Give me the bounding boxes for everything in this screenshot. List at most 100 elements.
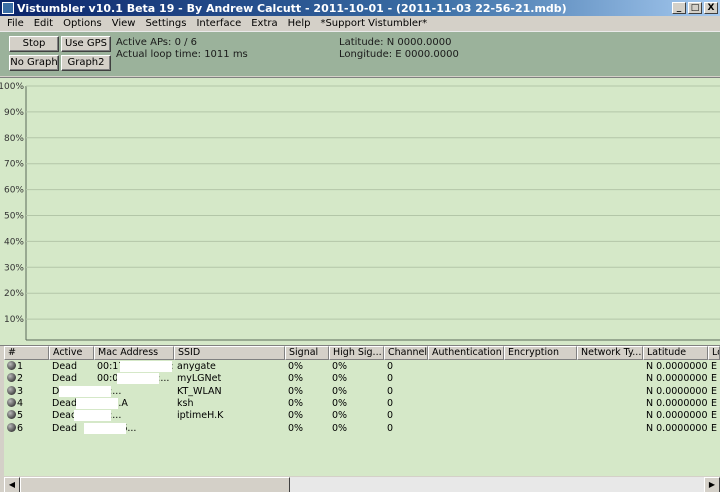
signal-cell: 0% bbox=[288, 373, 304, 385]
use-gps-button[interactable]: Use GPS bbox=[61, 36, 111, 52]
column-header[interactable]: Signal bbox=[285, 346, 329, 360]
row-number: 2 bbox=[17, 373, 24, 385]
signal-graph-canvas: 100% 90% 80% 70% 60% 50% 40% 30% 20% 10% bbox=[0, 82, 720, 341]
scroll-left-icon[interactable]: ◀ bbox=[4, 477, 20, 492]
empty-cell bbox=[577, 423, 643, 435]
ap-dead-icon bbox=[7, 397, 16, 407]
empty-cell bbox=[577, 361, 643, 373]
high-cell: 0% bbox=[332, 373, 348, 385]
lat-cell: N 0.0000000 bbox=[646, 361, 708, 372]
column-header[interactable]: SSID bbox=[174, 346, 285, 360]
ap-row[interactable]: 6Dead00:...6...0%0%0N 0.0000000E bbox=[4, 422, 720, 435]
row-number-cell: 4 bbox=[4, 397, 49, 410]
row-number: 6 bbox=[17, 422, 24, 434]
ap-dead-icon bbox=[7, 410, 16, 420]
channel-cell: 0 bbox=[387, 397, 394, 409]
menu-help[interactable]: Help bbox=[283, 18, 316, 29]
column-header[interactable]: Active bbox=[49, 346, 94, 360]
ap-list-header: # Active Mac Address SSID Signal High Sig... C… bbox=[4, 346, 720, 360]
row-number-cell: 5 bbox=[4, 410, 49, 422]
title-bar: Vistumbler v10.1 Beta 19 - By Andrew Cal… bbox=[0, 0, 720, 16]
graph2-button[interactable]: Graph2 bbox=[61, 55, 111, 71]
redaction-mask bbox=[84, 422, 127, 434]
channel-cell: 0 bbox=[387, 385, 394, 397]
column-header[interactable]: Channel bbox=[384, 346, 428, 360]
ap-list[interactable]: # Active Mac Address SSID Signal High Sig... C… bbox=[4, 346, 720, 476]
empty-cell bbox=[577, 410, 643, 422]
menu-file[interactable]: File bbox=[2, 18, 29, 29]
redaction-mask bbox=[59, 385, 112, 397]
redaction-mask bbox=[75, 397, 118, 409]
row-number: 3 bbox=[17, 385, 24, 397]
lon-cell: E bbox=[711, 373, 718, 385]
mac-cell: 00:...6... bbox=[84, 422, 174, 435]
row-number: 5 bbox=[17, 410, 24, 422]
ssid-cell: ksh bbox=[177, 397, 194, 409]
menu-support-vistumbler[interactable]: *Support Vistumbler* bbox=[315, 18, 432, 29]
column-header[interactable]: Encryption bbox=[504, 346, 577, 360]
empty-cell bbox=[577, 386, 643, 398]
close-button[interactable]: X bbox=[704, 2, 718, 14]
no-graph-button[interactable]: No Graph bbox=[9, 55, 59, 71]
stop-button[interactable]: Stop bbox=[9, 36, 59, 52]
maximize-button[interactable]: □ bbox=[688, 2, 702, 14]
ap-row[interactable]: 3Dead00:...KT_WLAN0%0%0N 0.0000000E bbox=[4, 385, 720, 398]
ssid-cell bbox=[174, 423, 285, 435]
empty-cell bbox=[428, 373, 504, 385]
high-cell: 0% bbox=[332, 385, 348, 397]
empty-cell bbox=[428, 386, 504, 398]
ap-row[interactable]: 1 Dead 00:17:1E:00:FC:...anygate 0% 0% 0 N 0.0… bbox=[4, 361, 720, 373]
high-cell: 0% bbox=[332, 422, 348, 434]
scroll-right-icon[interactable]: ▶ bbox=[704, 477, 720, 492]
ap-row[interactable]: 4Dead00:...Aksh0%0%0N 0.0000000E bbox=[4, 397, 720, 410]
column-header[interactable]: Mac Address bbox=[94, 346, 174, 360]
column-header[interactable]: High Sig... bbox=[329, 346, 384, 360]
column-header[interactable]: # bbox=[4, 346, 49, 360]
empty-cell bbox=[504, 361, 577, 373]
menu-bar: File Edit Options View Settings Interfac… bbox=[0, 16, 720, 31]
scroll-thumb[interactable] bbox=[20, 477, 290, 492]
window-controls: _ □ X bbox=[672, 2, 718, 14]
menu-extra[interactable]: Extra bbox=[246, 18, 282, 29]
graph-y-label: 90% bbox=[4, 108, 24, 118]
longitude-text: Longitude: E 0000.0000 bbox=[339, 49, 459, 60]
vistumbler-app-icon bbox=[2, 2, 14, 14]
high-cell: 0% bbox=[332, 361, 348, 372]
empty-cell bbox=[577, 398, 643, 410]
ap-dead-icon bbox=[7, 373, 16, 383]
mac-cell: 00:... bbox=[74, 410, 174, 422]
graph-y-label: 60% bbox=[4, 186, 24, 196]
empty-cell bbox=[428, 361, 504, 373]
latitude-text: Latitude: N 0000.0000 bbox=[339, 37, 452, 48]
ap-row[interactable]: 2 Dead 00:02:A8:DB:...myLGNet 0% 0% 0 N 0.0000… bbox=[4, 373, 720, 385]
ap-dead-icon bbox=[7, 385, 16, 395]
ap-row[interactable]: 5Dead00:...iptimeH.K0%0%0N 0.0000000E bbox=[4, 410, 720, 422]
active-aps-text: Active APs: 0 / 6 bbox=[116, 37, 198, 48]
column-header[interactable]: Latitude bbox=[643, 346, 708, 360]
row-number-cell: 6 bbox=[4, 422, 49, 435]
lon-cell: E bbox=[711, 410, 718, 422]
lon-cell: E bbox=[711, 397, 718, 409]
empty-cell bbox=[504, 410, 577, 422]
lat-cell: N 0.0000000 bbox=[646, 385, 708, 397]
horizontal-scrollbar[interactable]: ◀ ▶ bbox=[4, 476, 720, 492]
minimize-button[interactable]: _ bbox=[672, 2, 686, 14]
graph-y-label: 40% bbox=[4, 237, 24, 247]
high-cell: 0% bbox=[332, 397, 348, 409]
graph-y-label: 100% bbox=[0, 82, 24, 92]
mac-cell: 00:... bbox=[59, 385, 174, 398]
row-number-cell: 2 bbox=[4, 373, 49, 385]
empty-cell bbox=[428, 410, 504, 422]
column-header[interactable]: Authentication bbox=[428, 346, 504, 360]
menu-edit[interactable]: Edit bbox=[29, 18, 58, 29]
menu-view[interactable]: View bbox=[107, 18, 141, 29]
column-header[interactable]: Lo bbox=[708, 346, 720, 360]
menu-settings[interactable]: Settings bbox=[140, 18, 191, 29]
empty-cell bbox=[428, 398, 504, 410]
menu-interface[interactable]: Interface bbox=[191, 18, 246, 29]
column-header[interactable]: Network Ty... bbox=[577, 346, 643, 360]
lat-cell: N 0.0000000 bbox=[646, 397, 708, 409]
menu-options[interactable]: Options bbox=[58, 18, 107, 29]
active-cell: Dead bbox=[52, 373, 78, 385]
loop-time-text: Actual loop time: 1011 ms bbox=[116, 49, 248, 60]
